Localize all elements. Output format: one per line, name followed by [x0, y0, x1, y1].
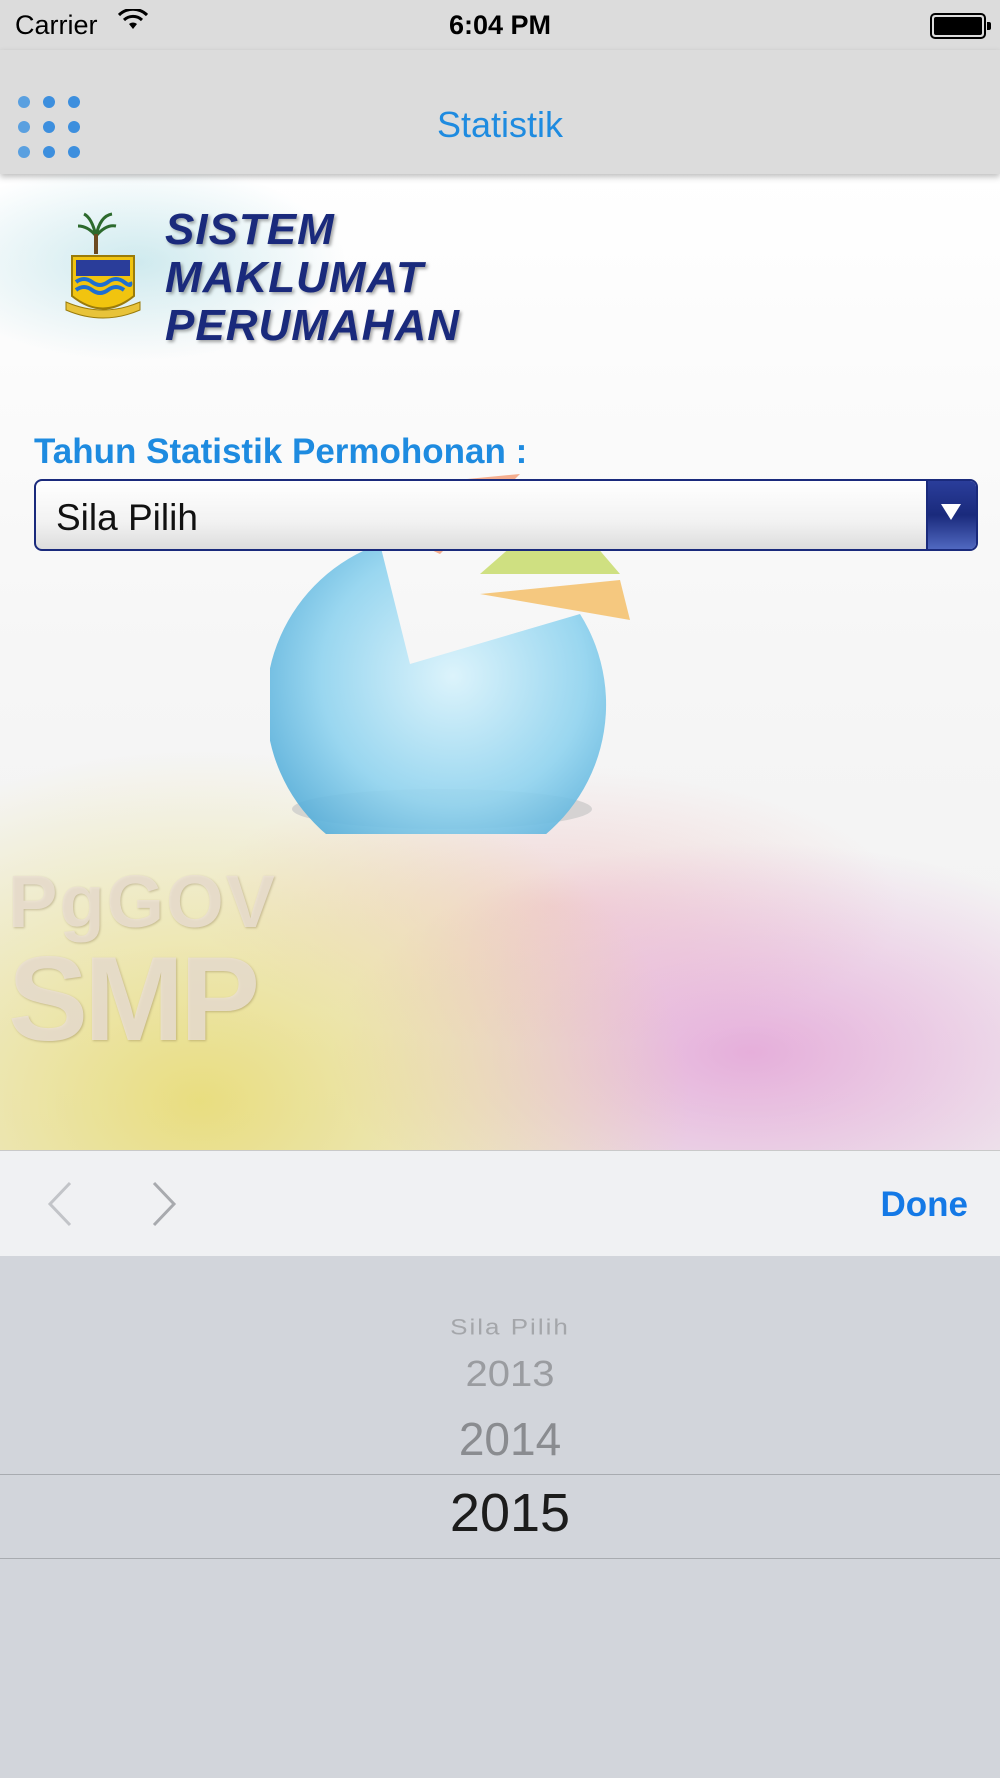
logo-line-1: SISTEM: [165, 205, 335, 254]
picker-selected-option[interactable]: 2015: [0, 1482, 1000, 1544]
main-content: SISTEM MAKLUMAT PERUMAHAN PgGOV SMP Tahu…: [0, 174, 1000, 1150]
app-logo: SISTEM MAKLUMAT PERUMAHAN: [0, 174, 540, 394]
picker-toolbar: Done: [0, 1150, 1000, 1257]
page-title: Statistik: [436, 104, 564, 145]
logo-line-2: MAKLUMAT: [165, 253, 424, 302]
chevron-right-icon[interactable]: [138, 1179, 188, 1229]
picker-option[interactable]: 2014: [0, 1412, 1000, 1466]
battery-icon: [930, 13, 991, 39]
watermark-line-1: PgGOV: [8, 860, 278, 943]
clock: 6:04 PM: [448, 10, 552, 40]
logo-text: SISTEM MAKLUMAT PERUMAHAN: [165, 206, 460, 350]
picker-selection-top-line: [0, 1474, 1000, 1475]
pggov-smp-watermark: PgGOV SMP: [8, 860, 278, 1066]
watermark-line-2: SMP: [8, 932, 260, 1066]
year-picker[interactable]: Sila Pilih 2013 2014 2015: [0, 1256, 1000, 1778]
year-field-label: Tahun Statistik Permohonan :: [34, 432, 528, 471]
navigation-bar: Statistik: [0, 50, 1000, 174]
picker-option[interactable]: Sila Pilih: [0, 1314, 1000, 1340]
triangle-down-icon: [941, 504, 961, 520]
state-crest-icon: [65, 212, 141, 319]
picker-option[interactable]: 2013: [0, 1354, 1000, 1395]
status-bar: Carrier 6:04 PM: [0, 0, 1000, 50]
year-select[interactable]: Sila Pilih: [34, 479, 978, 551]
picker-selection-bottom-line: [0, 1558, 1000, 1559]
logo-line-3: PERUMAHAN: [165, 301, 460, 350]
chevron-left-icon[interactable]: [36, 1179, 86, 1229]
year-select-value: Sila Pilih: [56, 497, 198, 538]
dropdown-button[interactable]: [926, 481, 976, 549]
done-button[interactable]: Done: [881, 1185, 969, 1225]
